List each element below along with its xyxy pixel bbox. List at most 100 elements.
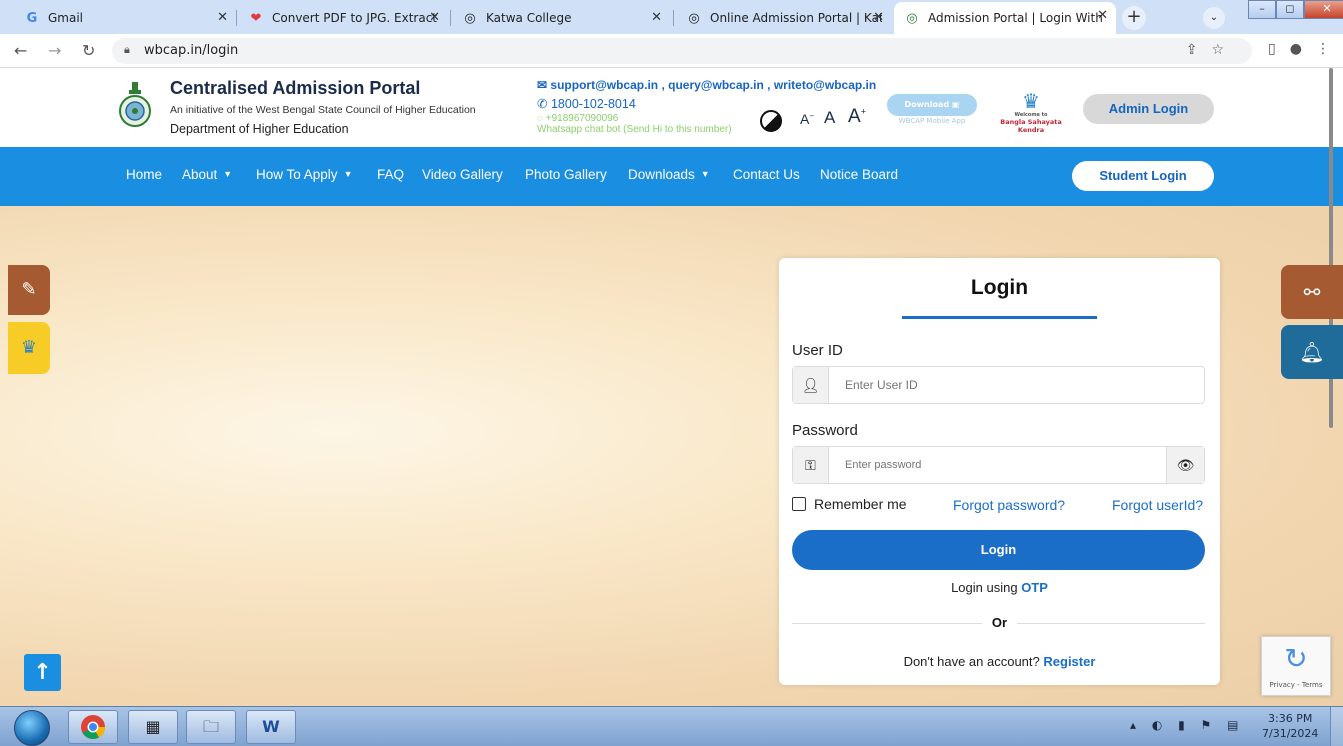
close-tab-icon[interactable]: ✕ <box>429 10 440 25</box>
department-name: Department of Higher Education <box>170 122 349 136</box>
close-tab-icon[interactable]: ✕ <box>651 10 662 25</box>
back-arrow-icon[interactable]: ← <box>14 41 27 60</box>
tab-separator <box>673 10 674 26</box>
nav-about[interactable]: About ▼ <box>182 167 232 182</box>
word-taskbar-icon[interactable]: W <box>246 710 296 744</box>
file-explorer-taskbar-icon[interactable]: 🗀︎ <box>186 710 236 744</box>
nav-contact-us[interactable]: Contact Us <box>733 167 800 182</box>
student-login-button[interactable]: Student Login <box>1072 161 1214 191</box>
nav-video-gallery[interactable]: Video Gallery <box>422 167 503 182</box>
nav-label: Notice Board <box>820 167 899 182</box>
browser-tabstrip: G Gmail ✕ ❤ Convert PDF to JPG. Extract … <box>0 0 1343 34</box>
userid-input-group: 👤︎ <box>792 366 1205 404</box>
remember-checkbox[interactable] <box>792 497 806 511</box>
feedback-chat-icon[interactable]: ✎ <box>8 265 50 315</box>
user-icon: 👤︎ <box>793 367 829 403</box>
nav-downloads[interactable]: Downloads ▼ <box>628 167 710 182</box>
font-normal-button[interactable]: A <box>824 108 835 128</box>
tab-title: Admission Portal | Login With <box>928 11 1103 25</box>
minimize-icon[interactable]: – <box>1248 0 1276 19</box>
nav-photo-gallery[interactable]: Photo Gallery <box>525 167 607 182</box>
taskbar-clock[interactable]: 3:36 PM 7/31/2024 <box>1262 711 1318 741</box>
chrome-taskbar-icon[interactable] <box>68 710 118 744</box>
system-tray-icons[interactable]: ▴ ◐ ▮ ⚑ ▤ <box>1130 718 1244 732</box>
side-panel-icon[interactable]: ▯ <box>1268 41 1276 57</box>
remember-label[interactable]: Remember me <box>814 496 907 512</box>
calculator-taskbar-icon[interactable]: ▦ <box>128 710 178 744</box>
nav-home[interactable]: Home <box>126 167 162 182</box>
download-caption: WBCAP Mobile App <box>898 117 966 125</box>
main-navigation: Home About ▼ How To Apply ▼ FAQ Video Gall… <box>0 147 1343 206</box>
close-tab-icon[interactable]: ✕ <box>1097 8 1108 23</box>
bsk-crown-icon[interactable]: ♛ <box>8 322 50 374</box>
envelope-icon: ✉ <box>537 78 548 92</box>
password-label: Password <box>792 422 858 439</box>
close-window-icon[interactable]: ✕ <box>1304 0 1343 19</box>
maximize-icon[interactable]: ◻ <box>1276 0 1304 19</box>
register-link[interactable]: Register <box>1043 654 1095 669</box>
profile-icon[interactable]: ● <box>1290 41 1302 57</box>
recaptcha-badge[interactable]: ↻ Privacy - Terms <box>1261 636 1331 696</box>
recaptcha-terms[interactable]: Privacy - Terms <box>1262 681 1330 689</box>
notification-bell-icon[interactable]: 🔔︎ <box>1281 325 1343 379</box>
contact-email-row[interactable]: ✉ support@wbcap.in , query@wbcap.in , wr… <box>537 78 876 92</box>
url-text[interactable]: wbcap.in/login <box>144 43 238 58</box>
close-tab-icon[interactable]: ✕ <box>217 10 228 25</box>
tab-gmail[interactable]: G Gmail ✕ <box>14 4 236 32</box>
remember-me[interactable]: Remember me <box>792 496 907 512</box>
tab-title: Convert PDF to JPG. Extract im <box>272 11 438 25</box>
crown-icon: ♛ <box>1022 89 1040 113</box>
contact-emails[interactable]: support@wbcap.in , query@wbcap.in , writ… <box>550 78 876 92</box>
forgot-password-link[interactable]: Forgot password? <box>953 497 1065 513</box>
reload-icon[interactable]: ↻ <box>82 41 95 60</box>
close-tab-icon[interactable]: ✕ <box>873 10 884 25</box>
whatsapp-number[interactable]: +918967090096 <box>546 113 619 124</box>
links-icon[interactable]: ⚯ <box>1281 265 1343 319</box>
bsk-label: Bangla Sahayata Kendra <box>1000 118 1062 134</box>
nav-label: FAQ <box>377 167 405 182</box>
menu-kebab-icon[interactable]: ⋮ <box>1316 41 1330 57</box>
lock-icon[interactable]: 🔒︎ <box>124 43 130 57</box>
tab-katwa-college[interactable]: ◎ Katwa College ✕ <box>452 4 670 32</box>
new-tab-button[interactable]: + <box>1122 6 1146 30</box>
forgot-userid-link[interactable]: Forgot userId? <box>1112 497 1203 513</box>
nav-faq[interactable]: FAQ <box>377 167 404 182</box>
font-increase-button[interactable]: A+ <box>848 106 866 128</box>
tab-convert-pdf[interactable]: ❤ Convert PDF to JPG. Extract im ✕ <box>238 4 448 32</box>
tab-search-icon[interactable]: ⌄ <box>1203 7 1225 29</box>
url-field[interactable]: 🔒︎ wbcap.in/login ⇪☆ <box>112 38 1252 64</box>
register-row: Don't have an account? Register <box>779 654 1220 669</box>
portal-subtitle: An initiative of the West Bengal State C… <box>170 104 476 116</box>
otp-link[interactable]: OTP <box>1021 580 1048 595</box>
userid-input[interactable] <box>829 367 1204 403</box>
browser-toolbar-right: ▯ ● ⋮ <box>1268 41 1330 57</box>
eye-icon[interactable]: 👁︎ <box>1166 447 1204 483</box>
nav-label: Downloads <box>628 167 695 182</box>
forward-arrow-icon[interactable]: → <box>48 41 61 60</box>
password-input[interactable] <box>829 447 1165 483</box>
nav-notice-board[interactable]: Notice Board <box>820 167 898 182</box>
tab-separator <box>450 10 451 26</box>
phone-icon: ✆ <box>537 97 548 111</box>
font-decrease-button[interactable]: A− <box>800 111 814 127</box>
download-app-button[interactable]: Download ▣ WBCAP Mobile App <box>887 94 977 130</box>
contrast-toggle-icon[interactable] <box>760 110 782 132</box>
show-desktop-button[interactable] <box>1330 707 1343 746</box>
nav-label: Contact Us <box>733 167 800 182</box>
admin-login-button[interactable]: Admin Login <box>1083 94 1214 124</box>
login-submit-button[interactable]: Login <box>792 530 1205 570</box>
bangla-sahayata-kendra-logo[interactable]: ♛ Welcome to Bangla Sahayata Kendra <box>990 89 1072 134</box>
android-icon: ▣ <box>951 100 960 109</box>
share-bookmark-icons[interactable]: ⇪☆ <box>1186 42 1238 58</box>
tab-title: Online Admission Portal | Katv <box>710 11 882 25</box>
nav-how-to-apply[interactable]: How To Apply ▼ <box>256 167 352 182</box>
password-input-group: ⚿ 👁︎ <box>792 446 1205 484</box>
caret-down-icon: ▼ <box>343 169 353 179</box>
windows-start-icon[interactable] <box>14 710 50 746</box>
address-bar: ← → ↻ 🔒︎ wbcap.in/login ⇪☆ ▯ ● ⋮ <box>0 34 1343 68</box>
scroll-to-top-button[interactable]: ↑ <box>24 654 61 691</box>
tab-admission-login[interactable]: ◎ Admission Portal | Login With ✕ <box>894 2 1116 34</box>
globe-icon: ◎ <box>464 10 476 26</box>
tab-online-admission[interactable]: ◎ Online Admission Portal | Katv ✕ <box>676 4 892 32</box>
clock-date: 7/31/2024 <box>1262 727 1319 740</box>
